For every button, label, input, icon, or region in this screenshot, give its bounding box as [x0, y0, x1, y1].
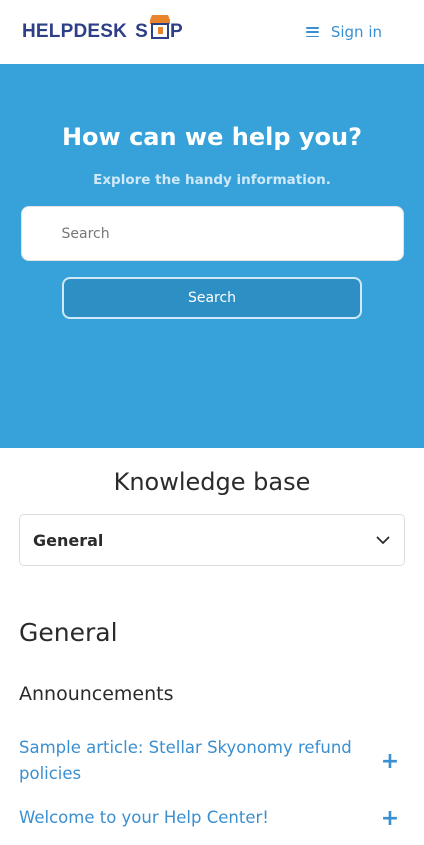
site-header: HELPDESK S P Sign in — [0, 0, 424, 64]
helpdesk-shop-logo[interactable]: HELPDESK S P — [22, 15, 183, 43]
list-item: Welcome to your Help Center! + — [19, 805, 405, 831]
hamburger-icon[interactable] — [305, 27, 319, 37]
hero-banner: How can we help you? Explore the handy i… — [0, 64, 424, 448]
sign-in-link[interactable]: Sign in — [331, 23, 382, 41]
logo-text-shop: S P — [135, 15, 183, 43]
search-box — [20, 206, 404, 261]
hero-title: How can we help you? — [61, 123, 363, 151]
plus-icon[interactable]: + — [380, 749, 400, 774]
category-select[interactable]: General — [19, 514, 405, 566]
subsection-title: Announcements — [19, 683, 174, 705]
plus-icon[interactable]: + — [380, 806, 400, 831]
article-link[interactable]: Welcome to your Help Center! — [19, 805, 269, 831]
chevron-down-icon — [376, 536, 390, 544]
hero-subtitle: Explore the handy information. — [93, 172, 331, 188]
knowledge-base: Knowledge base General General Announcem… — [0, 448, 424, 831]
logo-text-helpdesk: HELPDESK — [22, 21, 128, 42]
article-list: Sample article: Stellar Skyonomy refund … — [19, 735, 405, 831]
section-title: General — [19, 618, 118, 647]
search-input[interactable] — [61, 225, 403, 242]
search-button[interactable]: Search — [62, 277, 362, 319]
storefront-icon — [149, 15, 170, 43]
article-link[interactable]: Sample article: Stellar Skyonomy refund … — [19, 735, 364, 787]
category-select-value: General — [33, 530, 104, 550]
knowledge-base-title: Knowledge base — [113, 468, 311, 496]
list-item: Sample article: Stellar Skyonomy refund … — [19, 735, 405, 787]
header-nav: Sign in — [305, 23, 382, 41]
